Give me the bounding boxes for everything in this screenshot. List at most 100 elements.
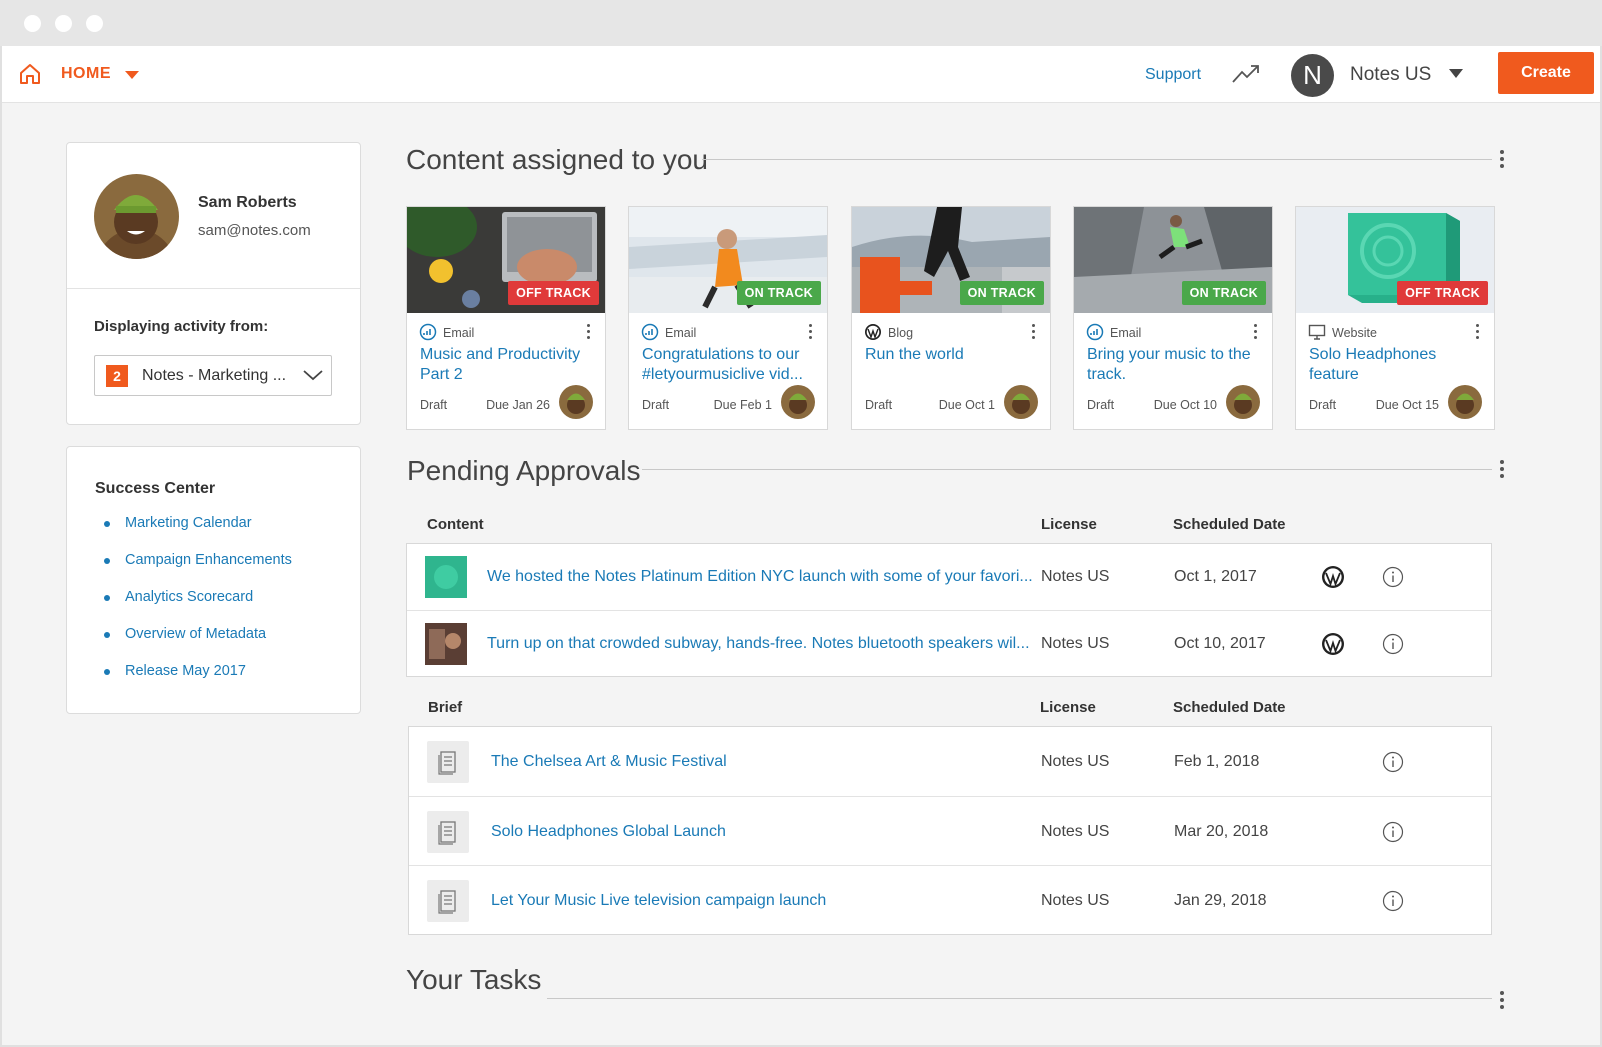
- avatar: [1226, 385, 1260, 419]
- more-options-icon[interactable]: [1476, 324, 1480, 340]
- more-options-icon[interactable]: [1499, 991, 1505, 1013]
- content-card[interactable]: ON TRACK Email Congratulations to our #l…: [628, 206, 828, 430]
- success-link-overview-metadata[interactable]: Overview of Metadata: [95, 626, 292, 663]
- card-type: Website: [1332, 326, 1377, 340]
- row-license: Notes US: [1041, 568, 1110, 585]
- top-nav: HOME Support N Notes US Create: [2, 46, 1600, 103]
- home-menu-label[interactable]: HOME: [61, 65, 111, 83]
- card-thumbnail: OFF TRACK: [1296, 207, 1494, 313]
- row-title-link[interactable]: Solo Headphones Global Launch: [491, 823, 726, 841]
- column-header-license[interactable]: License: [1041, 516, 1097, 533]
- activity-label: Displaying activity from:: [94, 318, 269, 335]
- row-title-link[interactable]: Let Your Music Live television campaign …: [491, 892, 826, 910]
- support-link[interactable]: Support: [1145, 66, 1201, 84]
- chevron-down-icon[interactable]: [125, 71, 139, 79]
- section-title-assigned: Content assigned to you: [406, 144, 708, 175]
- profile-panel: Sam Roberts sam@notes.com Displaying act…: [66, 142, 361, 425]
- avatar: [1004, 385, 1038, 419]
- card-status: Draft: [865, 398, 893, 412]
- row-title-link[interactable]: We hosted the Notes Platinum Edition NYC…: [487, 568, 1033, 586]
- account-avatar[interactable]: N: [1291, 54, 1334, 97]
- row-title-link[interactable]: The Chelsea Art & Music Festival: [491, 753, 727, 771]
- card-due-date: Due Oct 15: [1375, 398, 1439, 412]
- column-header-scheduled-date[interactable]: Scheduled Date: [1173, 516, 1286, 533]
- more-options-icon[interactable]: [1254, 324, 1258, 340]
- card-title[interactable]: Music and Productivity Part 2: [420, 345, 595, 385]
- home-icon[interactable]: [18, 62, 42, 86]
- status-badge: ON TRACK: [736, 281, 821, 305]
- card-thumbnail: OFF TRACK: [407, 207, 605, 313]
- column-header-content[interactable]: Content: [427, 516, 484, 533]
- activity-count-badge: 2: [106, 365, 128, 387]
- row-license: Notes US: [1041, 823, 1110, 840]
- card-type: Email: [443, 326, 475, 340]
- email-icon: [1086, 323, 1104, 341]
- card-status: Draft: [1309, 398, 1337, 412]
- brief-icon: [427, 741, 469, 783]
- email-icon: [641, 323, 659, 341]
- avatar: [94, 174, 179, 259]
- row-date: Feb 1, 2018: [1174, 753, 1260, 770]
- card-thumbnail: ON TRACK: [852, 207, 1050, 313]
- success-link-campaign-enhancements[interactable]: Campaign Enhancements: [95, 552, 292, 589]
- brief-icon: [427, 811, 469, 853]
- chevron-down-icon[interactable]: [1449, 69, 1463, 78]
- success-link-marketing-calendar[interactable]: Marketing Calendar: [95, 515, 292, 552]
- column-header-brief[interactable]: Brief: [428, 699, 462, 716]
- activity-select[interactable]: 2 Notes - Marketing ...: [94, 355, 332, 396]
- table-row[interactable]: The Chelsea Art & Music Festival Notes U…: [409, 727, 1491, 796]
- info-icon[interactable]: [1382, 633, 1404, 655]
- card-title[interactable]: Solo Headphones feature: [1309, 345, 1484, 385]
- card-type: Email: [1110, 326, 1142, 340]
- content-card[interactable]: OFF TRACK Website Solo Headphones featur…: [1295, 206, 1495, 430]
- card-title[interactable]: Run the world: [865, 345, 1040, 365]
- success-link-analytics-scorecard[interactable]: Analytics Scorecard: [95, 589, 292, 626]
- status-badge: ON TRACK: [1181, 281, 1266, 305]
- window-close-dot[interactable]: [24, 15, 41, 32]
- avatar: [1448, 385, 1482, 419]
- brief-icon: [427, 880, 469, 922]
- content-approvals-table: We hosted the Notes Platinum Edition NYC…: [406, 543, 1492, 677]
- column-header-license[interactable]: License: [1040, 699, 1096, 716]
- content-card[interactable]: OFF TRACK Email Music and Productivity P…: [406, 206, 606, 430]
- card-due-date: Due Jan 26: [486, 398, 550, 412]
- table-row[interactable]: Let Your Music Live television campaign …: [409, 865, 1491, 935]
- more-options-icon[interactable]: [1499, 460, 1505, 482]
- create-button[interactable]: Create: [1498, 52, 1594, 94]
- window-maximize-dot[interactable]: [86, 15, 103, 32]
- more-options-icon[interactable]: [1032, 324, 1036, 340]
- column-header-scheduled-date[interactable]: Scheduled Date: [1173, 699, 1286, 716]
- content-card[interactable]: ON TRACK Email Bring your music to the t…: [1073, 206, 1273, 430]
- account-name[interactable]: Notes US: [1350, 64, 1431, 86]
- card-title[interactable]: Bring your music to the track.: [1087, 345, 1262, 385]
- info-icon[interactable]: [1382, 821, 1404, 843]
- status-badge: OFF TRACK: [1397, 281, 1488, 305]
- wordpress-icon: [1322, 633, 1344, 655]
- card-title[interactable]: Congratulations to our #letyourmusiclive…: [642, 345, 817, 385]
- chevron-down-icon: [303, 370, 323, 381]
- email-icon: [419, 323, 437, 341]
- divider: [67, 288, 360, 289]
- card-due-date: Due Feb 1: [713, 398, 772, 412]
- more-options-icon[interactable]: [1499, 150, 1505, 172]
- table-row[interactable]: Solo Headphones Global Launch Notes US M…: [409, 796, 1491, 865]
- card-type: Email: [665, 326, 697, 340]
- more-options-icon[interactable]: [809, 324, 813, 340]
- status-badge: ON TRACK: [959, 281, 1044, 305]
- info-icon[interactable]: [1382, 566, 1404, 588]
- info-icon[interactable]: [1382, 890, 1404, 912]
- table-row[interactable]: Turn up on that crowded subway, hands-fr…: [407, 610, 1491, 677]
- info-icon[interactable]: [1382, 751, 1404, 773]
- divider: [702, 159, 1492, 160]
- more-options-icon[interactable]: [587, 324, 591, 340]
- window-minimize-dot[interactable]: [55, 15, 72, 32]
- success-link-release-may-2017[interactable]: Release May 2017: [95, 663, 292, 700]
- content-card[interactable]: ON TRACK Blog Run the world Draft Due Oc…: [851, 206, 1051, 430]
- table-row[interactable]: We hosted the Notes Platinum Edition NYC…: [407, 544, 1491, 610]
- card-due-date: Due Oct 10: [1153, 398, 1217, 412]
- row-license: Notes US: [1041, 753, 1110, 770]
- row-title-link[interactable]: Turn up on that crowded subway, hands-fr…: [487, 635, 1030, 653]
- activity-select-value: Notes - Marketing ...: [142, 367, 287, 384]
- trending-icon[interactable]: [1231, 62, 1261, 86]
- row-date: Oct 10, 2017: [1174, 635, 1266, 652]
